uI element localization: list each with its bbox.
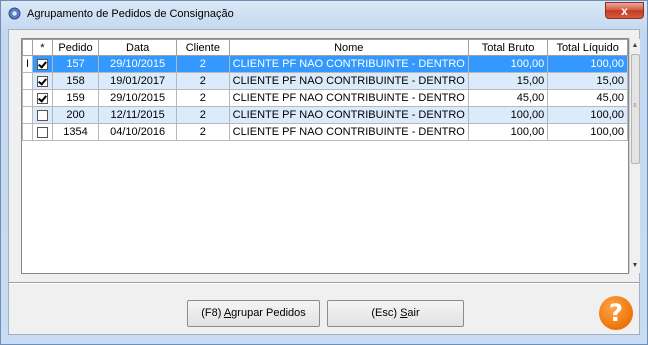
cell-total-bruto: 45,00 [467,89,549,107]
cell-total-bruto: 100,00 [467,106,549,124]
vertical-scrollbar[interactable]: ▲ ≡ ▼ [629,39,640,273]
scroll-down-icon[interactable]: ▼ [630,259,640,273]
cell-total-bruto: 15,00 [467,72,549,90]
row-checkbox[interactable] [36,109,48,121]
grip-icon: ≡ [633,103,637,109]
title-bar[interactable]: Agrupamento de Pedidos de Consignação x [1,1,647,28]
row-indicator [21,123,34,141]
header-row: * Pedido Data Cliente Nome Total Bruto T… [21,39,628,56]
cell-pedido: 200 [51,106,100,124]
column-header-check[interactable]: * [32,39,53,56]
table-row[interactable]: 159 29/10/2015 2 CLIENTE PF NAO CONTRIBUINT… [21,89,628,107]
cell-data: 29/10/2015 [98,55,178,73]
row-checkbox[interactable] [36,92,48,104]
divider [9,282,639,284]
row-checkbox[interactable] [36,75,48,87]
row-indicator [21,72,34,90]
cell-data: 19/01/2017 [98,72,178,90]
dialog-body: * Pedido Data Cliente Nome Total Bruto T… [8,29,640,335]
column-header-total-liquido[interactable]: Total Líquido [547,39,628,56]
row-check-cell [32,72,53,90]
column-header-total-bruto[interactable]: Total Bruto [467,39,549,56]
table-row[interactable]: 158 19/01/2017 2 CLIENTE PF NAO CONTRIBUINT… [21,72,628,90]
cell-pedido: 1354 [51,123,100,141]
cell-total-bruto: 100,00 [467,55,549,73]
row-checkbox[interactable] [36,126,48,138]
cell-cliente: 2 [176,55,230,73]
cell-nome: CLIENTE PF NAO CONTRIBUINTE - DENTRO [228,106,469,124]
cell-cliente: 2 [176,123,230,141]
orders-grid[interactable]: * Pedido Data Cliente Nome Total Bruto T… [21,38,640,274]
column-header-cliente[interactable]: Cliente [176,39,230,56]
cell-total-liquido: 100,00 [547,123,628,141]
cell-nome: CLIENTE PF NAO CONTRIBUINTE - DENTRO [228,89,469,107]
row-check-cell [32,123,53,141]
scroll-up-icon[interactable]: ▲ [630,39,640,53]
table-row[interactable]: I 157 29/10/2015 2 CLIENTE PF NAO CONTRIBUIN… [21,55,628,73]
table-row[interactable]: 1354 04/10/2016 2 CLIENTE PF NAO CONTRIBUIN… [21,123,628,141]
column-header-data[interactable]: Data [98,39,178,56]
row-indicator: I [21,55,34,73]
help-icon[interactable]: ? [599,296,633,330]
row-indicator [21,89,34,107]
cell-nome: CLIENTE PF NAO CONTRIBUINTE - DENTRO [228,72,469,90]
orders-table: * Pedido Data Cliente Nome Total Bruto T… [21,39,628,141]
window-title: Agrupamento de Pedidos de Consignação [27,8,234,20]
cell-cliente: 2 [176,106,230,124]
row-check-cell [32,55,53,73]
cell-nome: CLIENTE PF NAO CONTRIBUINTE - DENTRO [228,123,469,141]
column-header-pedido[interactable]: Pedido [51,39,100,56]
cell-pedido: 157 [51,55,100,73]
cell-data: 04/10/2016 [98,123,178,141]
cell-cliente: 2 [176,72,230,90]
cell-data: 12/11/2015 [98,106,178,124]
cell-pedido: 158 [51,72,100,90]
sair-button[interactable]: (Esc) Sair [327,300,464,327]
cell-pedido: 159 [51,89,100,107]
sair-label: air [407,307,420,319]
cell-total-liquido: 45,00 [547,89,628,107]
scrollbar-thumb[interactable]: ≡ [631,54,640,164]
table-row[interactable]: 200 12/11/2015 2 CLIENTE PF NAO CONTRIBUINT… [21,106,628,124]
row-checkbox[interactable] [36,58,48,70]
agrupar-pedidos-button[interactable]: (F8) Agrupar Pedidos [187,300,320,327]
column-header-nome[interactable]: Nome [228,39,469,56]
sair-prefix: (Esc) [371,307,401,319]
cell-data: 29/10/2015 [98,89,178,107]
cell-nome: CLIENTE PF NAO CONTRIBUINTE - DENTRO [228,55,469,73]
app-window: Agrupamento de Pedidos de Consignação x [0,0,648,345]
agrupar-prefix: (F8) [201,307,224,319]
app-icon [8,7,21,20]
cell-total-liquido: 15,00 [547,72,628,90]
cell-total-liquido: 100,00 [547,55,628,73]
agrupar-label: grupar Pedidos [231,307,306,319]
cell-total-liquido: 100,00 [547,106,628,124]
row-check-cell [32,89,53,107]
row-indicator [21,106,34,124]
close-button[interactable]: x [605,2,644,19]
cell-cliente: 2 [176,89,230,107]
row-check-cell [32,106,53,124]
cell-total-bruto: 100,00 [467,123,549,141]
column-header-indicator [21,39,34,56]
